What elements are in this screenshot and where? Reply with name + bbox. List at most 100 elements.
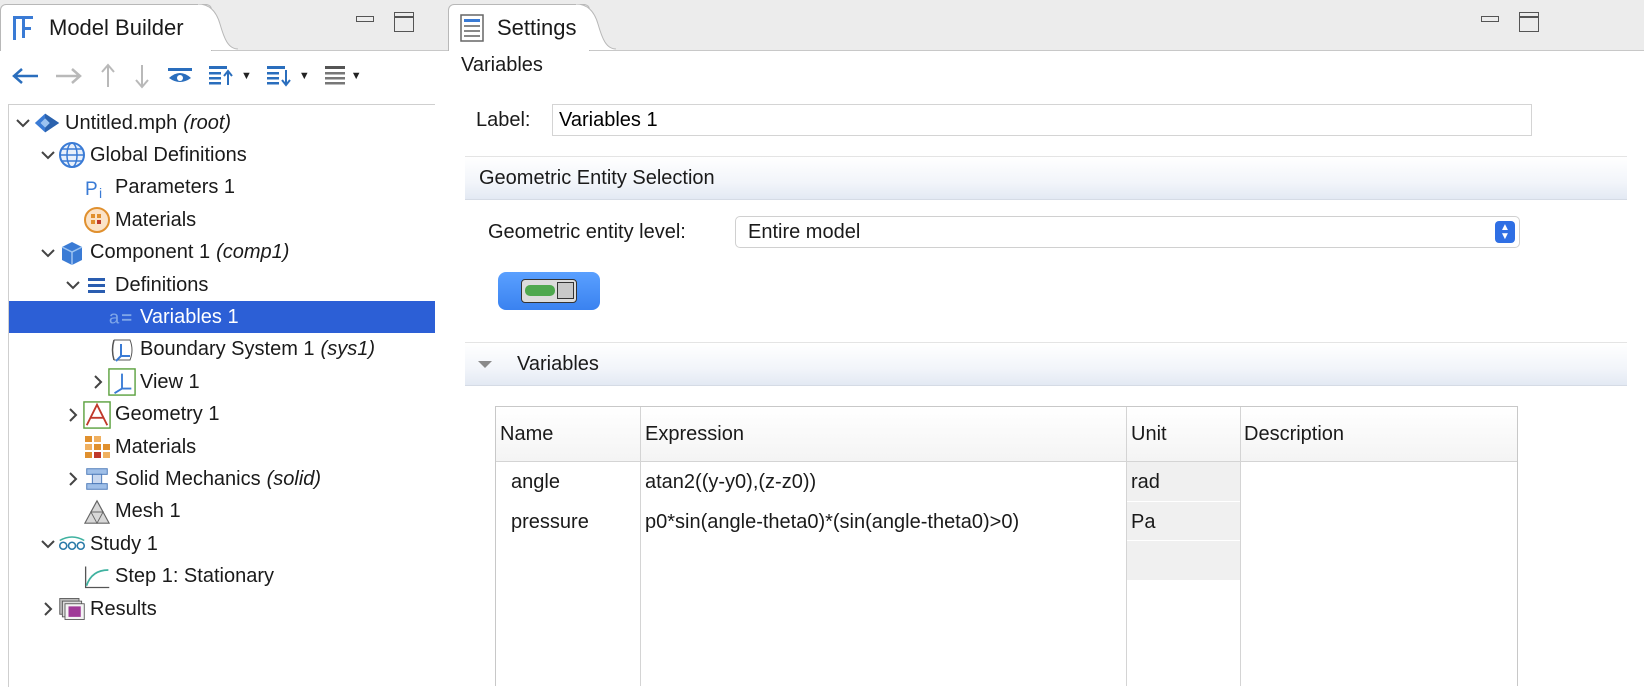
tree-item-study-1[interactable]: Study 1 — [9, 528, 435, 560]
tree-item-label: Materials — [115, 435, 197, 458]
chevron-down-icon: ▼ — [241, 70, 252, 82]
variables-section-header[interactable]: Variables — [465, 342, 1627, 386]
table-header: Name Expression Unit Description — [496, 407, 1517, 462]
tree-item-label: Results — [90, 597, 157, 620]
tree-item-global-definitions[interactable]: Global Definitions — [9, 139, 435, 171]
toggle-switch-icon — [521, 279, 577, 303]
chevron-down-icon[interactable] — [13, 113, 33, 133]
tree-toggle-spacer — [63, 567, 83, 587]
eye-icon — [168, 68, 192, 82]
materials-icon — [83, 206, 111, 234]
tree-item-definitions[interactable]: Definitions — [9, 269, 435, 301]
settings-node-type: Variables — [461, 54, 543, 76]
model-root-icon — [33, 109, 61, 137]
globe-icon — [58, 141, 86, 169]
geometric-level-select[interactable]: Entire model ▲ ▼ — [735, 216, 1520, 248]
select-arrows-icon: ▲ ▼ — [1495, 221, 1515, 243]
svg-text:i: i — [99, 185, 102, 201]
model-tree: Untitled.mph (root) Global Definitions Pi Pa… — [8, 104, 435, 687]
arrow-up-icon — [101, 63, 115, 87]
maximize-icon[interactable] — [1519, 12, 1539, 32]
variable-unit-cell: Pa — [1131, 510, 1156, 533]
model-builder-tab[interactable]: Model Builder — [0, 4, 212, 51]
settings-tab[interactable]: Settings — [448, 4, 590, 51]
chevron-down-icon[interactable] — [38, 243, 58, 263]
column-header-name[interactable]: Name — [496, 407, 553, 461]
chevron-down-icon[interactable] — [63, 275, 83, 295]
chevron-right-icon[interactable] — [63, 405, 83, 425]
arrow-left-icon — [12, 68, 38, 84]
chevron-down-icon[interactable] — [38, 534, 58, 554]
toggle-fill — [525, 285, 555, 296]
tree-item-label: Variables 1 — [140, 305, 239, 328]
arrow-down-icon — [135, 65, 149, 89]
variable-expression-cell[interactable]: atan2((y-y0),(z-z0)) — [645, 462, 816, 502]
chevron-right-icon[interactable] — [38, 599, 58, 619]
expand-sections-button[interactable]: ▼ — [208, 61, 252, 91]
list-icon — [324, 66, 345, 85]
tree-item-results[interactable]: Results — [9, 593, 435, 625]
chevron-down-icon[interactable] — [38, 145, 58, 165]
label-field[interactable] — [552, 104, 1532, 136]
tree-toggle-spacer — [88, 307, 108, 327]
collapse-sections-button[interactable]: ▼ — [266, 61, 310, 91]
geometric-entity-selection-header[interactable]: Geometric Entity Selection — [465, 156, 1627, 200]
label-caption: Label: — [476, 108, 531, 131]
chevron-down-icon: ▼ — [350, 70, 362, 82]
maximize-icon[interactable] — [394, 12, 414, 32]
tree-item-materials[interactable]: Materials — [9, 431, 435, 463]
chevron-down-icon: ▼ — [298, 70, 310, 82]
tree-item-solid-mechanics[interactable]: Solid Mechanics (solid) — [9, 463, 435, 495]
variable-name-cell[interactable]: pressure — [511, 502, 589, 542]
view-icon — [108, 368, 136, 396]
move-down-button[interactable] — [132, 61, 152, 91]
tree-item-variables-1[interactable]: a Variables 1 — [9, 301, 435, 334]
variables-icon: a — [108, 303, 136, 331]
settings-window-controls — [1481, 12, 1539, 32]
column-divider — [1126, 407, 1127, 686]
tree-item-step-1-stationary[interactable]: Step 1: Stationary — [9, 561, 435, 593]
tree-item-label: Global Definitions — [90, 143, 247, 166]
model-builder-panel: Model Builder ▼ ▼ ▼ Untitled.mph (root) … — [0, 0, 461, 687]
active-toggle-button[interactable] — [498, 272, 600, 310]
model-builder-icon — [13, 16, 33, 40]
tree-item-view-1[interactable]: View 1 — [9, 366, 435, 398]
minimize-icon[interactable] — [356, 12, 376, 32]
tree-item-component-1[interactable]: Component 1 (comp1) — [9, 237, 435, 269]
tree-item-materials[interactable]: Materials — [9, 204, 435, 236]
column-header-expression[interactable]: Expression — [641, 407, 744, 461]
coordinate-system-icon — [108, 336, 136, 364]
tree-item-parameters-1[interactable]: Pi Parameters 1 — [9, 172, 435, 204]
chevron-right-icon[interactable] — [63, 469, 83, 489]
tree-item-untitled-mph[interactable]: Untitled.mph (root) — [9, 107, 435, 139]
tab-tail — [198, 4, 238, 50]
variable-name-cell[interactable]: angle — [511, 462, 560, 502]
tree-item-label: Materials — [115, 208, 197, 231]
study-icon — [58, 530, 86, 558]
chevron-right-icon[interactable] — [88, 372, 108, 392]
tree-item-geometry-1[interactable]: Geometry 1 — [9, 399, 435, 431]
forward-button[interactable] — [54, 61, 84, 91]
svg-text:a: a — [109, 307, 120, 328]
column-header-unit[interactable]: Unit — [1127, 407, 1167, 461]
tree-toggle-spacer — [63, 178, 83, 198]
tree-item-label: Geometry 1 — [115, 403, 220, 426]
materials-grid-icon — [83, 433, 111, 461]
back-button[interactable] — [10, 61, 40, 91]
variable-unit-cell: rad — [1131, 470, 1160, 493]
tree-item-tag: (comp1) — [216, 241, 290, 264]
move-up-button[interactable] — [98, 61, 118, 91]
variable-expression-cell[interactable]: p0*sin(angle-theta0)*(sin(angle-theta0)>… — [645, 502, 1019, 542]
variables-section-title: Variables — [517, 352, 599, 375]
geometric-level-row: Geometric entity level: Entire model ▲ ▼ — [488, 216, 1520, 248]
geometric-level-value: Entire model — [748, 220, 861, 243]
stationary-step-icon — [83, 563, 111, 591]
show-button[interactable] — [166, 61, 194, 91]
tree-item-boundary-system-1[interactable]: Boundary System 1 (sys1) — [9, 334, 435, 366]
geometric-section-title: Geometric Entity Selection — [479, 166, 715, 189]
tree-item-mesh-1[interactable]: Mesh 1 — [9, 496, 435, 528]
view-options-button[interactable]: ▼ — [324, 61, 362, 91]
list-up-icon — [209, 66, 233, 85]
minimize-icon[interactable] — [1481, 12, 1501, 32]
column-header-description[interactable]: Description — [1240, 407, 1344, 461]
